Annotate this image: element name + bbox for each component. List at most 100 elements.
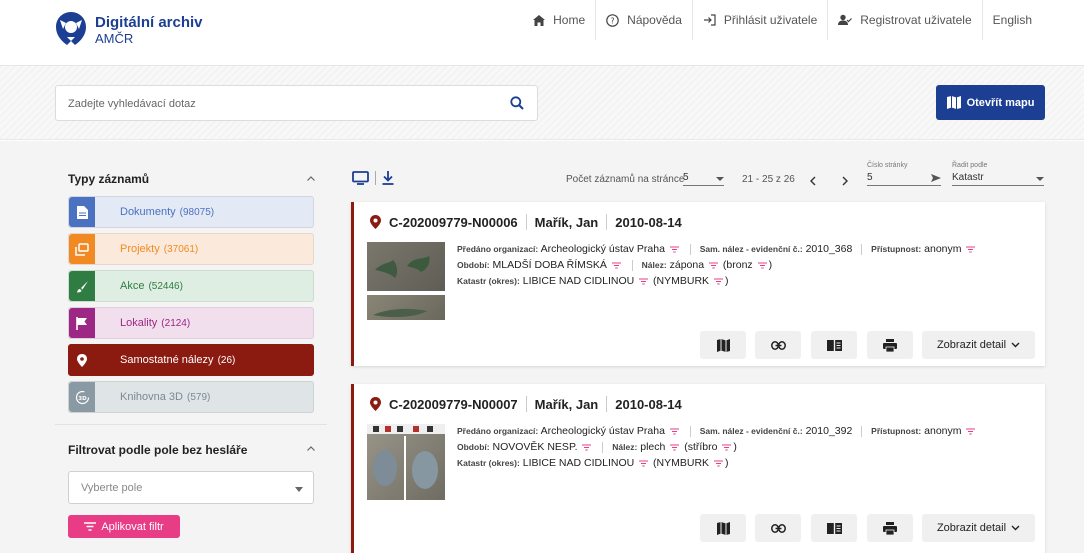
print-button[interactable] [867,331,913,359]
print-button[interactable] [867,514,913,542]
record-type-actions[interactable]: Akce (52446) [68,270,314,302]
record-type-projects[interactable]: Projekty (37061) [68,233,314,265]
apply-filter-button[interactable]: Aplikovat filtr [68,515,180,538]
record-type-label: Projekty [120,243,160,255]
nav-home[interactable]: Home [523,0,595,40]
sam-label: Sam. nález - evidenční č.: [699,426,803,436]
record-meta-line-1: Předáno organizací: Archeologický ústav … [457,424,977,439]
filter-icon[interactable] [669,428,679,435]
chevron-up-icon[interactable] [306,444,316,454]
filter-icon[interactable] [966,428,976,435]
chevron-up-icon[interactable] [306,174,316,184]
filter-icon[interactable] [722,444,732,451]
open-book-button[interactable] [811,514,857,542]
brand-title[interactable]: Digitální archiv [95,14,203,31]
record-type-finds[interactable]: Samostatné nálezy (26) [68,344,314,376]
filter-field-select[interactable]: Vyberte pole [68,471,314,504]
amcr-logo[interactable] [52,10,90,48]
caret-down-icon [1036,177,1044,181]
record-type-label: Akce [120,280,145,292]
copy-link-button[interactable] [755,514,801,542]
open-book-button[interactable] [811,331,857,359]
record-type-localities[interactable]: Lokality (2124) [68,307,314,339]
record-type-documents[interactable]: Dokumenty (98075) [68,196,314,228]
record-type-label: Knihovna 3D [120,391,183,403]
sort-by-select[interactable]: Katastr [952,170,1044,186]
access-value: anonym [924,243,962,255]
show-detail-button[interactable]: Zobrazit detail [922,331,1035,359]
search-input[interactable] [68,94,498,114]
results-view-toolbar [352,171,394,185]
copy-link-button[interactable] [755,331,801,359]
meta-divider [602,441,604,453]
filter-icon[interactable] [639,460,649,467]
record-author: Mařík, Jan [534,396,599,412]
header-divider [525,396,527,412]
filter-icon[interactable] [708,262,718,269]
nav-help[interactable]: ? Nápověda [595,0,692,40]
find-photo-icon [373,308,427,318]
record-type-label: Dokumenty [120,206,176,218]
flag-icon [76,316,87,330]
download-icon[interactable] [382,171,394,185]
record-id[interactable]: C-202009779-N00006 [389,215,518,230]
meta-divider [689,425,691,437]
header: Digitální archiv AMČR Home ? Nápověda Př… [0,0,1084,66]
record-thumbnail[interactable] [367,424,445,500]
chevron-left-icon[interactable] [809,176,817,186]
per-page-select[interactable]: 5 [683,170,724,186]
find-value: zápona [669,259,705,271]
close-paren: ) [724,275,729,287]
per-page-value: 5 [683,172,689,183]
filter-icon[interactable] [670,444,680,451]
svg-text:3D: 3D [78,396,87,402]
open-map-button[interactable]: Otevřít mapu [936,85,1045,120]
period-value: MLADŠÍ DOBA ŘÍMSKÁ [492,259,607,271]
nav-login[interactable]: Přihlásit uživatele [691,0,827,40]
page-number-input[interactable]: 5 [867,170,941,186]
nav-register-label: Registrovat uživatele [860,13,972,27]
login-icon [703,14,716,26]
show-on-map-button[interactable] [700,331,746,359]
filter-icon[interactable] [713,460,723,467]
project-icon [75,242,89,256]
search-band: Otevřít mapu [0,66,1084,140]
filter-icon[interactable] [757,262,767,269]
meta-divider [861,243,863,255]
filter-icon[interactable] [639,278,649,285]
brand-subtitle[interactable]: AMČR [95,31,133,46]
filter-icon[interactable] [669,246,679,253]
record-thumbnail[interactable] [367,295,445,320]
okres-value: (NYMBURK [653,457,710,469]
sidebar-divider [55,424,327,425]
katastr-label: Katastr (okres): [457,458,520,468]
search-icon[interactable] [510,96,524,110]
svg-text:?: ? [611,16,615,25]
record-meta-line-1: Předáno organizací: Archeologický ústav … [457,242,977,257]
map-icon [716,521,730,535]
show-on-map-button[interactable] [700,514,746,542]
filter-icon[interactable] [966,246,976,253]
record-id[interactable]: C-202009779-N00007 [389,397,518,412]
per-page-label: Počet záznamů na stránce [566,174,685,185]
filter-icon[interactable] [611,262,621,269]
record-type-library-3d[interactable]: 3D Knihovna 3D (579) [68,381,314,413]
filter-icon[interactable] [582,444,592,451]
filter-icon[interactable] [713,278,723,285]
caret-down-icon [295,487,303,492]
org-label: Předáno organizací: [457,244,539,254]
monitor-icon[interactable] [352,171,369,185]
record-type-finds-icon-box [69,345,95,375]
chevron-right-icon[interactable] [841,176,849,186]
period-label: Období: [457,260,490,270]
find-label: Nález: [612,442,638,452]
show-detail-button[interactable]: Zobrazit detail [922,514,1035,542]
nav-language[interactable]: English [981,0,1042,40]
record-card: C-202009779-N00006 Mařík, Jan 2010-08-14… [351,202,1045,366]
send-icon[interactable] [931,174,941,182]
sort-by-value: Katastr [952,172,984,183]
record-type-count: (37061) [163,243,199,255]
nav-register[interactable]: Registrovat uživatele [827,0,981,40]
open-map-label: Otevřít mapu [966,96,1035,109]
record-thumbnail[interactable] [367,242,445,291]
